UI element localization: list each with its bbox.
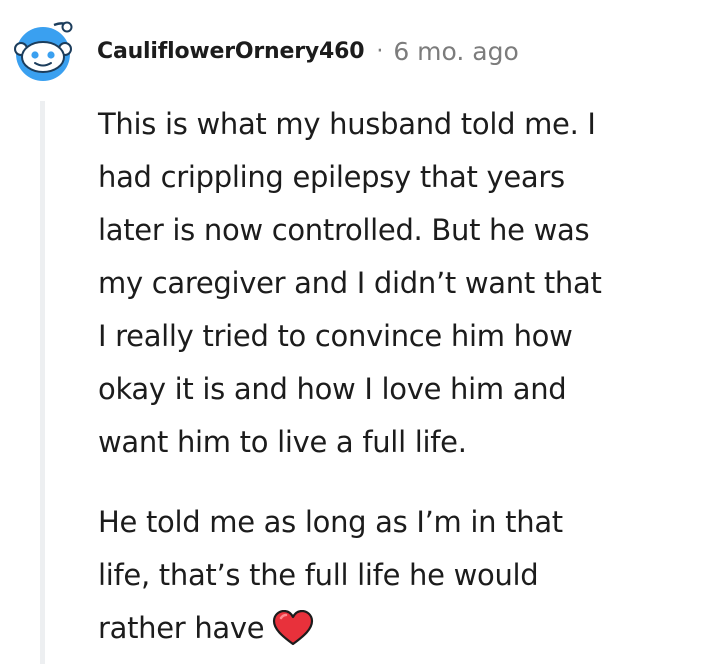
text-line: okay it is and how I love him and [98, 372, 567, 406]
text-line-last: rather have [98, 602, 708, 655]
text-line: He told me as long as I’m in that [98, 505, 563, 539]
comment: CauliflowerOrnery460 · 6 mo. ago This is… [0, 0, 727, 664]
meta-separator: · [376, 38, 384, 64]
reddit-snoo-avatar-icon [14, 21, 73, 81]
text-line: want him to live a full life. [98, 425, 467, 459]
text-line-content: rather have [98, 611, 265, 645]
text-line: I really tried to convince him how [98, 319, 573, 353]
thread-collapse-line[interactable] [40, 101, 45, 664]
comment-paragraph: He told me as long as I’m in that life, … [98, 496, 708, 655]
text-line: This is what my husband told me. I [98, 107, 596, 141]
username-link[interactable]: CauliflowerOrnery460 [97, 39, 365, 64]
comment-header: CauliflowerOrnery460 · 6 mo. ago [97, 33, 519, 69]
text-line: had crippling epilepsy that years [98, 160, 565, 194]
user-avatar[interactable] [9, 17, 79, 83]
red-heart-emoji-icon [273, 610, 314, 646]
comment-paragraph: This is what my husband told me. I had c… [98, 98, 708, 469]
comment-body: This is what my husband told me. I had c… [98, 98, 708, 655]
text-line: later is now controlled. But he was [98, 213, 590, 247]
text-line: my caregiver and I didn’t want that [98, 266, 602, 300]
timestamp-link[interactable]: 6 mo. ago [393, 37, 518, 66]
text-line: life, that’s the full life he would [98, 558, 539, 592]
